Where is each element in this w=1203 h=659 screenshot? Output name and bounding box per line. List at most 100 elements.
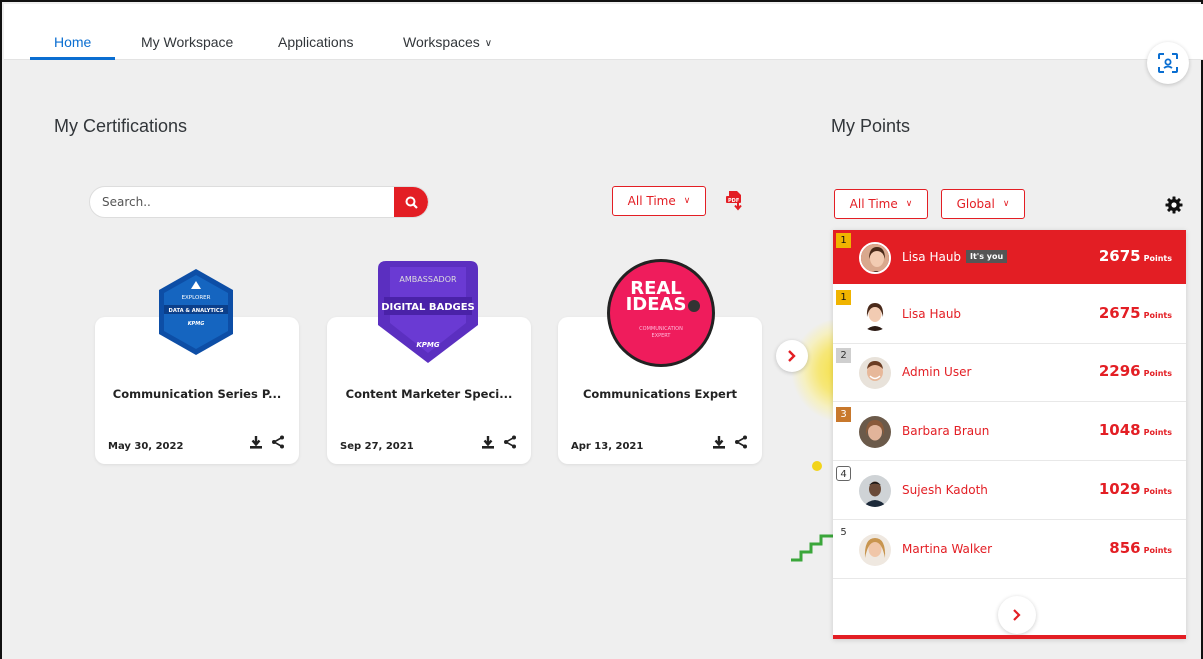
- badge-text: DATA & ANALYTICS: [169, 308, 224, 314]
- search-input[interactable]: [90, 187, 394, 217]
- rank-badge: 5: [836, 525, 851, 540]
- leader-points: 1048 Points: [1099, 421, 1172, 439]
- leaderboard-next-button[interactable]: [998, 596, 1036, 634]
- points-time-filter[interactable]: All Time ∨: [834, 189, 928, 219]
- share-icon[interactable]: [503, 435, 517, 449]
- certifications-title: My Certifications: [54, 116, 188, 136]
- scan-icon: [1158, 53, 1178, 73]
- its-you-badge: It's you: [966, 250, 1008, 263]
- points-scope-filter[interactable]: Global ∨: [941, 189, 1025, 219]
- badge-text: EXPLORER: [182, 295, 211, 301]
- badge-text: EXPERT: [652, 333, 672, 339]
- search-button[interactable]: [394, 187, 428, 217]
- chevron-right-icon: [788, 350, 796, 362]
- real-ideas-communication-badge: REAL IDEAS COMMUNICATION EXPERT: [607, 259, 715, 367]
- leader-name: Barbara Braun: [902, 424, 990, 438]
- points-unit: Points: [1143, 254, 1172, 263]
- leaderboard-row[interactable]: 3 Barbara Braun 1048 Points: [833, 404, 1186, 461]
- rank-badge: 1: [836, 233, 851, 248]
- badge-text: AMBASSADOR: [399, 275, 457, 284]
- search-bar: [89, 186, 429, 218]
- download-icon[interactable]: [481, 435, 495, 449]
- chevron-right-icon: [1013, 609, 1021, 621]
- tab-home[interactable]: Home: [29, 4, 116, 60]
- scan-button[interactable]: [1147, 42, 1189, 84]
- certification-date: May 30, 2022: [108, 441, 184, 452]
- leaderboard: 1 Lisa Haub It's you 2675 Points 1 Lisa H…: [833, 230, 1186, 639]
- avatar: [859, 299, 891, 331]
- badge-text: COMMUNICATION: [639, 326, 683, 332]
- rank-badge: 4: [836, 466, 851, 481]
- pdf-download-button[interactable]: PDF: [725, 190, 745, 217]
- certification-name: Communications Expert: [582, 387, 738, 401]
- tab-workspaces[interactable]: Workspaces ∨: [403, 4, 492, 60]
- points-value: 1029: [1098, 480, 1141, 498]
- certification-name: Content Marketer Speci...: [345, 387, 513, 401]
- points-value: 856: [1109, 539, 1141, 557]
- certifications-next-button[interactable]: [776, 340, 808, 372]
- certification-name: Communication Series P...: [112, 387, 282, 401]
- avatar: [859, 475, 891, 507]
- points-unit: Points: [1143, 546, 1172, 555]
- leader-points: 856 Points: [1109, 539, 1172, 557]
- points-title: My Points: [831, 116, 911, 136]
- rank-badge: 1: [836, 290, 851, 305]
- share-icon[interactable]: [271, 435, 285, 449]
- badge-text: IDEAS: [626, 294, 687, 315]
- decorative-dot: [812, 461, 822, 471]
- avatar: [859, 357, 891, 389]
- share-icon[interactable]: [734, 435, 748, 449]
- gear-icon: [1165, 196, 1183, 214]
- download-icon[interactable]: [249, 435, 263, 449]
- avatar: [859, 242, 891, 274]
- tab-applications[interactable]: Applications: [278, 4, 354, 60]
- certification-date: Apr 13, 2021: [571, 441, 644, 452]
- download-icon[interactable]: [712, 435, 726, 449]
- cert-time-filter-label: All Time: [627, 194, 676, 208]
- leaderboard-row[interactable]: 2 Admin User 2296 Points: [833, 345, 1186, 402]
- cert-time-filter[interactable]: All Time ∨: [612, 186, 706, 216]
- certification-date: Sep 27, 2021: [340, 441, 414, 452]
- tab-my-workspace[interactable]: My Workspace: [141, 4, 233, 60]
- points-unit: Points: [1143, 487, 1172, 496]
- leader-points: 2296 Points: [1099, 362, 1172, 380]
- leader-points: 2675 Points: [1099, 247, 1172, 265]
- chevron-down-icon: ∨: [484, 38, 493, 49]
- search-icon: [405, 196, 418, 209]
- points-scope-filter-label: Global: [956, 197, 995, 211]
- app-frame: Home My Workspace Applications Workspace…: [0, 0, 1203, 659]
- badge-text: DIGITAL BADGES: [381, 302, 475, 313]
- points-value: 2675: [1098, 247, 1141, 265]
- leaderboard-row-me[interactable]: 1 Lisa Haub It's you 2675 Points: [833, 230, 1186, 284]
- points-value: 1048: [1098, 421, 1141, 439]
- tab-workspaces-label: Workspaces: [403, 34, 480, 50]
- leaderboard-row[interactable]: 1 Lisa Haub 2675 Points: [833, 287, 1186, 344]
- leaderboard-row[interactable]: 4 Sujesh Kadoth 1029 Points: [833, 463, 1186, 520]
- avatar: [859, 534, 891, 566]
- badge-text: KPMG: [416, 341, 440, 349]
- ambassador-digital-badge: AMBASSADOR DIGITAL BADGES KPMG: [378, 261, 478, 363]
- points-value: 2675: [1098, 304, 1141, 322]
- points-time-filter-label: All Time: [849, 197, 898, 211]
- settings-button[interactable]: [1165, 196, 1183, 219]
- leader-name: Admin User: [902, 365, 972, 379]
- leader-name: Lisa Haub: [902, 250, 962, 264]
- points-value: 2296: [1098, 362, 1141, 380]
- leaderboard-row[interactable]: 5 Martina Walker 856 Points: [833, 522, 1186, 579]
- points-unit: Points: [1143, 311, 1172, 320]
- rank-badge: 3: [836, 407, 851, 422]
- decorative-steps-icon: [791, 534, 833, 562]
- points-unit: Points: [1143, 369, 1172, 378]
- pdf-download-icon: PDF: [726, 191, 742, 211]
- leader-name: Sujesh Kadoth: [902, 483, 988, 497]
- leader-points: 1029 Points: [1099, 480, 1172, 498]
- rank-badge: 2: [836, 348, 851, 363]
- top-navigation: Home My Workspace Applications Workspace…: [4, 4, 1203, 60]
- points-unit: Points: [1143, 428, 1172, 437]
- leader-points: 2675 Points: [1099, 304, 1172, 322]
- badge-text: KPMG: [188, 321, 205, 327]
- leader-name: Lisa Haub: [902, 307, 962, 321]
- chevron-down-icon: ∨: [683, 196, 691, 206]
- explorer-data-analytics-badge: EXPLORER DATA & ANALYTICS KPMG: [159, 269, 233, 355]
- leader-name: Martina Walker: [902, 542, 993, 556]
